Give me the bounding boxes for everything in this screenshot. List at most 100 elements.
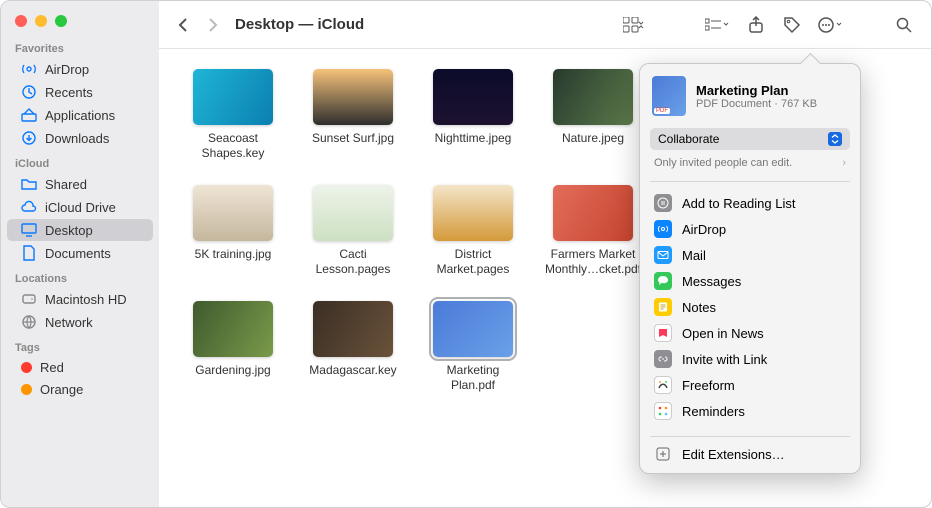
sidebar: FavoritesAirDrop Recents Applications Downl… xyxy=(1,1,159,507)
file-label: Sunset Surf.jpg xyxy=(312,131,394,146)
edit-extensions-item[interactable]: Edit Extensions… xyxy=(640,441,860,473)
share-destinations: Add to Reading List AirDrop Mail Messages No… xyxy=(640,186,860,432)
share-header: Marketing Plan PDF Document · 767 KB xyxy=(640,64,860,124)
sidebar-section-header: Favorites xyxy=(1,35,159,57)
toolbar: Desktop — iCloud xyxy=(159,1,931,49)
sidebar-section-header: Locations xyxy=(1,265,159,287)
share-item-airdrop[interactable]: AirDrop xyxy=(640,216,860,242)
freeform-icon xyxy=(654,376,672,394)
chevrons-up-down-icon xyxy=(828,132,842,146)
sidebar-section-header: iCloud xyxy=(1,150,159,172)
chevron-right-icon: › xyxy=(842,157,846,169)
share-item-reminders[interactable]: Reminders xyxy=(640,398,860,424)
sidebar-item-downloads[interactable]: Downloads xyxy=(7,127,153,149)
file-label: 5K training.jpg xyxy=(195,247,272,262)
desktop-icon xyxy=(21,222,37,238)
share-item-label: Freeform xyxy=(682,378,735,393)
share-item-invite-with-link[interactable]: Invite with Link xyxy=(640,346,860,372)
file-item[interactable]: Cacti Lesson.pages xyxy=(299,185,407,277)
share-file-thumbnail xyxy=(652,76,686,116)
file-item[interactable]: Farmers Market Monthly…cket.pdf xyxy=(539,185,647,277)
sidebar-item-recents[interactable]: Recents xyxy=(7,81,153,103)
sidebar-item-label: Downloads xyxy=(45,131,109,146)
file-item[interactable]: Nature.jpeg xyxy=(539,69,647,161)
forward-button[interactable] xyxy=(201,13,225,37)
sidebar-item-network[interactable]: Network xyxy=(7,311,153,333)
share-item-mail[interactable]: Mail xyxy=(640,242,860,268)
window-title: Desktop — iCloud xyxy=(235,16,364,33)
collaborate-mode-select[interactable]: Collaborate xyxy=(650,128,850,150)
close-window-button[interactable] xyxy=(15,15,27,27)
file-thumbnail xyxy=(313,301,393,357)
zoom-window-button[interactable] xyxy=(55,15,67,27)
sidebar-item-applications[interactable]: Applications xyxy=(7,104,153,126)
sidebar-item-icloud-drive[interactable]: iCloud Drive xyxy=(7,196,153,218)
reminders-icon xyxy=(654,402,672,420)
sidebar-item-desktop[interactable]: Desktop xyxy=(7,219,153,241)
file-item[interactable]: Gardening.jpg xyxy=(179,301,287,393)
file-item[interactable]: Madagascar.key xyxy=(299,301,407,393)
file-item[interactable]: Nighttime.jpeg xyxy=(419,69,527,161)
mail-icon xyxy=(654,246,672,264)
sidebar-item-orange[interactable]: Orange xyxy=(7,379,153,400)
file-thumbnail xyxy=(193,185,273,241)
tags-button[interactable] xyxy=(777,13,807,37)
file-label: Gardening.jpg xyxy=(195,363,270,378)
disk-icon xyxy=(21,291,37,307)
share-item-label: Messages xyxy=(682,274,741,289)
file-label: Seacoast Shapes.key xyxy=(183,131,283,161)
sidebar-item-label: Shared xyxy=(45,177,87,192)
share-item-add-to-reading-list[interactable]: Add to Reading List xyxy=(640,190,860,216)
more-button[interactable] xyxy=(813,13,847,37)
msg-icon xyxy=(654,272,672,290)
notes-icon xyxy=(654,298,672,316)
share-item-notes[interactable]: Notes xyxy=(640,294,860,320)
sidebar-item-red[interactable]: Red xyxy=(7,357,153,378)
share-button[interactable] xyxy=(741,13,771,37)
share-item-messages[interactable]: Messages xyxy=(640,268,860,294)
minimize-window-button[interactable] xyxy=(35,15,47,27)
sidebar-item-shared[interactable]: Shared xyxy=(7,173,153,195)
tag-dot-icon xyxy=(21,384,32,395)
share-popover: Marketing Plan PDF Document · 767 KB Col… xyxy=(639,63,861,474)
main-area: Desktop — iCloud Seacoas xyxy=(159,1,931,507)
globe-icon xyxy=(21,314,37,330)
group-button[interactable] xyxy=(701,13,735,37)
file-thumbnail xyxy=(433,185,513,241)
search-button[interactable] xyxy=(889,13,919,37)
link-icon xyxy=(654,350,672,368)
file-label: Madagascar.key xyxy=(309,363,396,378)
share-item-label: AirDrop xyxy=(682,222,726,237)
file-thumbnail xyxy=(553,185,633,241)
sidebar-item-macintosh-hd[interactable]: Macintosh HD xyxy=(7,288,153,310)
file-item[interactable]: Sunset Surf.jpg xyxy=(299,69,407,161)
share-item-freeform[interactable]: Freeform xyxy=(640,372,860,398)
window-controls xyxy=(1,1,159,35)
file-thumbnail xyxy=(313,69,393,125)
sidebar-item-label: Red xyxy=(40,360,64,375)
file-thumbnail xyxy=(433,69,513,125)
view-icons-button[interactable] xyxy=(619,13,649,37)
folder-icon xyxy=(21,176,37,192)
file-item[interactable]: Seacoast Shapes.key xyxy=(179,69,287,161)
cloud-icon xyxy=(21,199,37,215)
sidebar-item-label: Orange xyxy=(40,382,83,397)
sidebar-item-airdrop[interactable]: AirDrop xyxy=(7,58,153,80)
collaborate-hint-row[interactable]: Only invited people can edit. › xyxy=(640,154,860,177)
file-thumbnail xyxy=(553,69,633,125)
share-item-label: Open in News xyxy=(682,326,764,341)
share-item-open-in-news[interactable]: Open in News xyxy=(640,320,860,346)
file-item[interactable]: Marketing Plan.pdf xyxy=(419,301,527,393)
share-item-label: Mail xyxy=(682,248,706,263)
sidebar-item-label: Recents xyxy=(45,85,93,100)
sidebar-item-label: Network xyxy=(45,315,93,330)
file-label: Nature.jpeg xyxy=(562,131,624,146)
file-label: Nighttime.jpeg xyxy=(435,131,512,146)
file-label: Cacti Lesson.pages xyxy=(303,247,403,277)
file-item[interactable]: District Market.pages xyxy=(419,185,527,277)
file-label: District Market.pages xyxy=(423,247,523,277)
file-item[interactable]: 5K training.jpg xyxy=(179,185,287,277)
back-button[interactable] xyxy=(171,13,195,37)
edit-extensions-label: Edit Extensions… xyxy=(682,447,785,462)
sidebar-item-documents[interactable]: Documents xyxy=(7,242,153,264)
